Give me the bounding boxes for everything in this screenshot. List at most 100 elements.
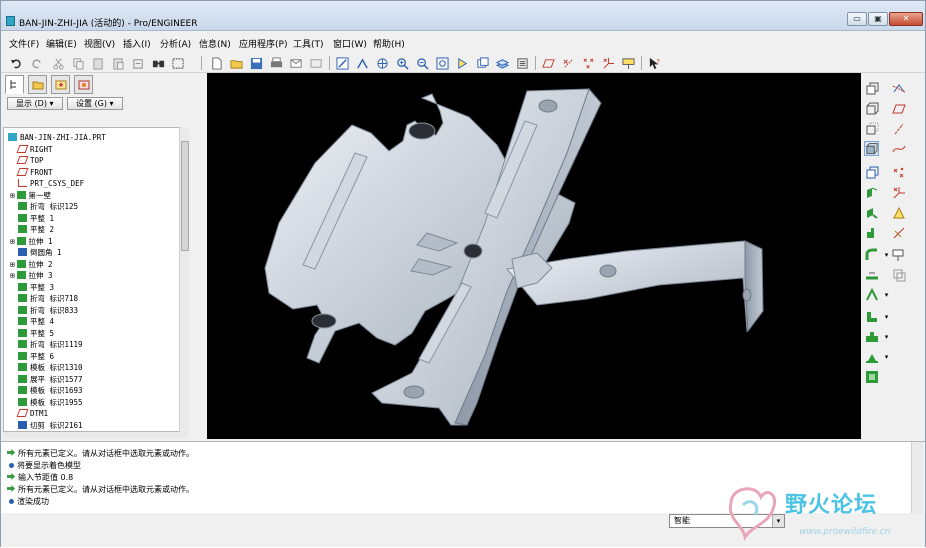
- csys-tool-icon[interactable]: [891, 185, 906, 200]
- regenerate-icon[interactable]: [131, 56, 145, 70]
- minimize-button[interactable]: ▭: [847, 12, 867, 26]
- refit-icon[interactable]: [435, 56, 449, 70]
- graphics-window[interactable]: [207, 73, 861, 439]
- zoom-out-icon[interactable]: [415, 56, 429, 70]
- sketch-tool-icon[interactable]: [891, 225, 906, 240]
- tree-item[interactable]: 折弯 标识125: [18, 201, 78, 212]
- cut-icon[interactable]: [51, 56, 65, 70]
- rip-dropdown-arrow-icon[interactable]: ▾: [879, 287, 894, 302]
- rip-tool-icon[interactable]: [864, 287, 879, 302]
- menu-info[interactable]: 信息(N): [199, 37, 231, 50]
- tree-item[interactable]: ⊞ 第一壁: [10, 190, 51, 201]
- menu-edit[interactable]: 编辑(E): [46, 37, 77, 50]
- menu-view[interactable]: 视图(V): [84, 37, 115, 50]
- expand-icon[interactable]: ⊞: [10, 260, 15, 269]
- datum-points-toggle-icon[interactable]: [581, 56, 595, 70]
- menu-analysis[interactable]: 分析(A): [160, 37, 191, 50]
- tree-item[interactable]: 模板 标识1955: [18, 397, 83, 408]
- tree-item[interactable]: 平整 6: [18, 351, 54, 362]
- tree-item[interactable]: 折弯 标识833: [18, 305, 78, 316]
- expand-icon[interactable]: ⊞: [10, 237, 15, 246]
- expand-icon[interactable]: ⊞: [10, 271, 15, 280]
- restore-button[interactable]: ▣: [868, 12, 888, 26]
- extrude-wall-icon[interactable]: [864, 205, 879, 220]
- tree-item[interactable]: 展平 标识1577: [18, 374, 83, 385]
- form-tool-icon[interactable]: [864, 349, 879, 364]
- flat-wall-icon[interactable]: [864, 185, 879, 200]
- find-icon[interactable]: [151, 56, 165, 70]
- model-tree-hscrollbar[interactable]: [3, 432, 189, 438]
- tree-item[interactable]: RIGHT: [16, 144, 53, 155]
- context-help-icon[interactable]: ?: [647, 56, 661, 70]
- copy-geom-icon[interactable]: [891, 267, 906, 282]
- tree-item[interactable]: ⊞ 拉伸 2: [10, 259, 53, 270]
- zoom-in-icon[interactable]: [395, 56, 409, 70]
- datum-axes-toggle-icon[interactable]: [561, 56, 575, 70]
- paste-special-icon[interactable]: [111, 56, 125, 70]
- tree-item[interactable]: 平整 3: [18, 282, 54, 293]
- tree-item[interactable]: ⊞ 拉伸 3: [10, 270, 53, 281]
- unbend-tool-icon[interactable]: [864, 267, 879, 282]
- menu-file[interactable]: 文件(F): [9, 37, 39, 50]
- open-folder-icon[interactable]: [229, 56, 243, 70]
- tree-item[interactable]: 倒圆角 1: [18, 247, 62, 258]
- tree-item[interactable]: DTM1: [16, 408, 48, 419]
- tree-item[interactable]: 模板 标识1693: [18, 385, 83, 396]
- display-dropdown[interactable]: 显示 (D) ▾: [7, 97, 63, 110]
- view-manager-icon[interactable]: [515, 56, 529, 70]
- layers-icon[interactable]: [495, 56, 509, 70]
- axis-tool-icon[interactable]: [891, 121, 906, 136]
- save-icon[interactable]: [249, 56, 263, 70]
- send-link-icon[interactable]: [309, 56, 323, 70]
- scrollbar-thumb[interactable]: [181, 141, 189, 251]
- csys-toggle-icon[interactable]: [601, 56, 615, 70]
- saved-views-icon[interactable]: [475, 56, 489, 70]
- repaint-icon[interactable]: [335, 56, 349, 70]
- corner-relief-dropdown-arrow-icon[interactable]: ▾: [879, 309, 894, 324]
- orient-mode-icon[interactable]: [375, 56, 389, 70]
- spin-center-icon[interactable]: [355, 56, 369, 70]
- corner-relief-icon[interactable]: [864, 309, 879, 324]
- print-icon[interactable]: [269, 56, 283, 70]
- notch-dropdown-arrow-icon[interactable]: ▾: [879, 329, 894, 344]
- datum-plane-tool-icon[interactable]: [891, 81, 906, 96]
- select-box-icon[interactable]: [171, 56, 185, 70]
- tree-item[interactable]: ⊞ 拉伸 1: [10, 236, 53, 247]
- expand-icon[interactable]: ⊞: [10, 191, 15, 200]
- close-button[interactable]: ✕: [889, 12, 923, 26]
- tree-item[interactable]: 平整 5: [18, 328, 54, 339]
- folder-browser-tab-icon[interactable]: [28, 75, 47, 94]
- settings-dropdown[interactable]: 设置 (G) ▾: [67, 97, 123, 110]
- menu-insert[interactable]: 插入(I): [123, 37, 151, 50]
- send-mail-icon[interactable]: [289, 56, 303, 70]
- notch-tool-icon[interactable]: [864, 329, 879, 344]
- redo-icon[interactable]: [29, 56, 43, 70]
- tree-item[interactable]: 平整 4: [18, 316, 54, 327]
- tree-item[interactable]: TOP: [16, 155, 44, 166]
- regen-icon[interactable]: [864, 81, 879, 96]
- flat-pattern-icon[interactable]: [864, 369, 879, 384]
- plane-icon[interactable]: [891, 101, 906, 116]
- tree-item[interactable]: 模板 标识1310: [18, 362, 83, 373]
- tree-item[interactable]: 折弯 标识1119: [18, 339, 83, 350]
- analysis-feature-icon[interactable]: [891, 205, 906, 220]
- tree-item[interactable]: 折弯 标识718: [18, 293, 78, 304]
- shading-icon[interactable]: [864, 141, 879, 156]
- wireframe-icon[interactable]: [864, 101, 879, 116]
- model-tree-scrollbar[interactable]: [179, 127, 189, 432]
- reorient-icon[interactable]: [455, 56, 469, 70]
- undo-icon[interactable]: [9, 56, 23, 70]
- form-dropdown-arrow-icon[interactable]: ▾: [879, 349, 894, 364]
- menu-tools[interactable]: 工具(T): [293, 37, 324, 50]
- flange-wall-icon[interactable]: [864, 225, 879, 240]
- menu-window[interactable]: 窗口(W): [333, 37, 367, 50]
- annotation-tool-icon[interactable]: [891, 247, 906, 262]
- tree-item[interactable]: BAN-JIN-ZHI-JIA.PRT: [8, 132, 106, 143]
- tree-item[interactable]: 平整 1: [18, 213, 54, 224]
- copy-icon[interactable]: [71, 56, 85, 70]
- menu-help[interactable]: 帮助(H): [373, 37, 405, 50]
- model-tree-tab-icon[interactable]: [5, 75, 24, 94]
- tree-item[interactable]: PRT_CSYS_DEF: [18, 178, 84, 189]
- favorites-tab-icon[interactable]: [51, 75, 70, 94]
- paste-icon[interactable]: [91, 56, 105, 70]
